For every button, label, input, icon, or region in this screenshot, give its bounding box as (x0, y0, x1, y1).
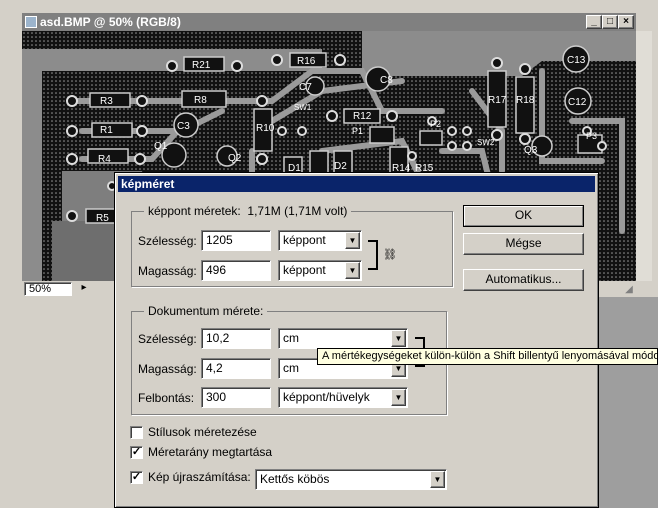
dialog-title: képméret (121, 177, 175, 191)
doc-width-input[interactable]: 10,2 (201, 328, 271, 349)
pixel-height-unit-select[interactable]: képpont ▼ (278, 260, 362, 281)
pixel-width-input[interactable]: 1205 (201, 230, 271, 251)
doc-width-unit-select[interactable]: cm ▼ (278, 328, 408, 349)
pixel-width-label: Szélesség: (138, 234, 197, 248)
pcb-label: R3 (100, 96, 113, 107)
pcb-label: SW2 (477, 138, 495, 147)
chevron-down-icon: ▼ (345, 262, 360, 279)
chevron-down-icon: ▼ (345, 232, 360, 249)
pcb-label: R8 (194, 95, 207, 106)
pcb-label: C3 (177, 121, 190, 132)
resample-method-select[interactable]: Kettős köbös ▼ (255, 469, 447, 490)
chevron-down-icon: ▼ (391, 389, 406, 406)
pcb-label: SW1 (294, 103, 312, 112)
pcb-label: P2 (430, 119, 441, 129)
pcb-label: R12 (353, 111, 372, 122)
pcb-label: R18 (516, 95, 535, 106)
maximize-button[interactable]: □ (602, 15, 618, 29)
scale-styles-label: Stílusok méretezése (148, 425, 257, 439)
chevron-down-icon: ▼ (430, 471, 445, 488)
zoom-level-field[interactable]: 50% (24, 282, 72, 296)
chain-link-icon: ⛓ (383, 249, 397, 261)
pcb-label: R21 (192, 60, 211, 71)
dialog-title-bar[interactable]: képméret (118, 176, 595, 192)
resolution-label: Felbontás: (138, 391, 195, 405)
tooltip: A mértékegységeket külön-külön a Shift b… (317, 348, 658, 365)
pixel-width-unit-select[interactable]: képpont ▼ (278, 230, 362, 251)
pcb-label: C8 (380, 75, 393, 86)
pcb-label: R5 (96, 213, 109, 224)
vertical-scrollbar[interactable] (636, 31, 652, 281)
pcb-label: C7 (299, 82, 312, 93)
constrain-proportions-label: Méretarány megtartása (148, 445, 273, 459)
pcb-label: R17 (488, 95, 507, 106)
close-button[interactable]: × (618, 15, 634, 29)
resample-checkbox[interactable]: ✓ (130, 471, 143, 484)
pixel-height-label: Magasság: (138, 264, 197, 278)
pcb-label: R1 (100, 125, 113, 136)
ok-button[interactable]: OK (463, 205, 584, 227)
document-size-legend: Dokumentum mérete: (144, 304, 268, 318)
document-icon (25, 16, 37, 28)
status-menu-arrow-icon[interactable]: ▸ (77, 282, 91, 296)
auto-button[interactable]: Automatikus... (463, 269, 584, 291)
pcb-label: D2 (334, 161, 347, 172)
resample-label: Kép újraszámítása: (148, 470, 251, 484)
document-title: asd.BMP @ 50% (RGB/8) (40, 15, 181, 29)
pixel-link-bracket (368, 240, 378, 270)
scale-styles-checkbox[interactable] (130, 426, 143, 439)
pcb-label: Q2 (228, 153, 242, 164)
minimize-button[interactable]: _ (586, 15, 602, 29)
constrain-proportions-checkbox[interactable]: ✓ (130, 446, 143, 459)
pcb-label: R10 (256, 123, 275, 134)
pcb-label: Q3 (524, 145, 538, 156)
pcb-label: C12 (568, 97, 587, 108)
doc-height-label: Magasság: (138, 362, 197, 376)
pixel-dimensions-legend: képpont méretek: 1,71M (1,71M volt) (144, 204, 352, 218)
pcb-label: R16 (297, 56, 316, 67)
workspace-background (598, 297, 658, 508)
resize-grip-icon[interactable]: ◢ (622, 283, 636, 297)
pixel-size-info: 1,71M (1,71M volt) (247, 204, 348, 218)
pixel-height-input[interactable]: 496 (201, 260, 271, 281)
pcb-label: Q1 (154, 141, 168, 152)
image-size-dialog: képméret képpont méretek: 1,71M (1,71M v… (114, 172, 599, 508)
resolution-unit-select[interactable]: képpont/hüvelyk ▼ (278, 387, 408, 408)
resolution-input[interactable]: 300 (201, 387, 271, 408)
doc-height-input[interactable]: 4,2 (201, 358, 271, 379)
pcb-label: P1 (352, 126, 363, 136)
pcb-label: C13 (567, 55, 586, 66)
document-title-bar[interactable]: asd.BMP @ 50% (RGB/8) _ □ × (22, 13, 636, 31)
cancel-button[interactable]: Mégse (463, 233, 584, 255)
doc-width-label: Szélesség: (138, 332, 197, 346)
pcb-label: R4 (98, 154, 111, 165)
pcb-label: P3 (586, 131, 597, 141)
chevron-down-icon: ▼ (391, 330, 406, 347)
